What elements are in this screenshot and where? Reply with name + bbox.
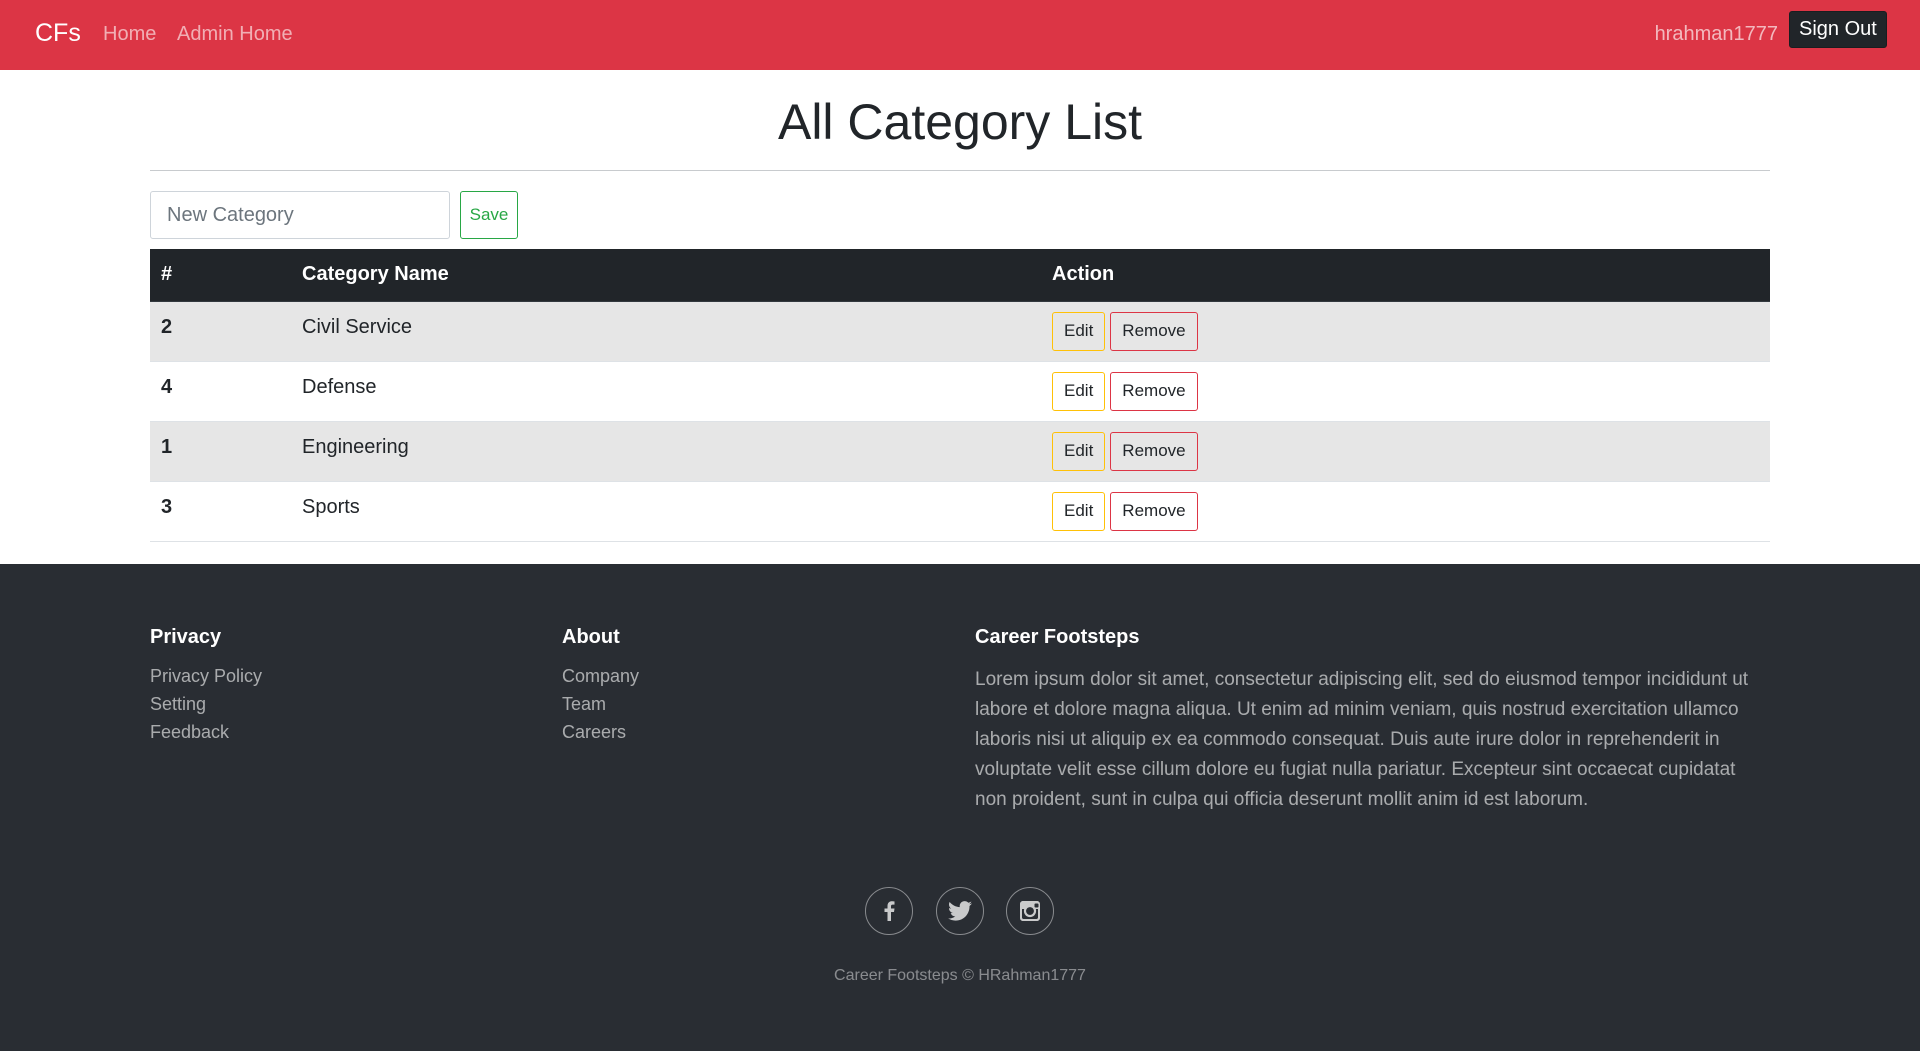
- footer-link-careers[interactable]: Careers: [562, 722, 626, 742]
- footer-link-company[interactable]: Company: [562, 666, 639, 686]
- row-id: 3: [150, 480, 291, 542]
- row-id-text: 3: [161, 495, 173, 518]
- row-id-text: 2: [161, 315, 173, 338]
- row-category-name: Civil Service: [291, 300, 1041, 361]
- row-category-name: Engineering: [291, 420, 1041, 481]
- row-actions: Edit Remove: [1041, 420, 1770, 481]
- top-navbar: CFs Home Admin Home hrahman1777 Sign Out: [0, 0, 1920, 70]
- table-header-row: # Category Name Action: [150, 249, 1770, 302]
- column-header-category-name: Category Name: [291, 249, 1041, 302]
- table-row: 4 Defense Edit Remove: [150, 360, 1770, 421]
- footer-copyright: Career Footsteps © HRahman1777: [834, 967, 1086, 984]
- row-name-text: Engineering: [302, 435, 409, 458]
- row-id: 4: [150, 360, 291, 421]
- row-name-text: Civil Service: [302, 315, 413, 338]
- instagram-icon[interactable]: [1006, 887, 1054, 935]
- footer-link-privacy-policy[interactable]: Privacy Policy: [150, 666, 262, 686]
- save-button[interactable]: Save: [460, 191, 518, 239]
- footer-about-column: About Company Team Careers: [562, 626, 639, 749]
- footer-privacy-column: Privacy Privacy Policy Setting Feedback: [150, 626, 262, 749]
- table-row: 2 Civil Service Edit Remove: [150, 300, 1770, 361]
- twitter-icon[interactable]: [936, 887, 984, 935]
- page-title: All Category List: [777, 94, 1143, 150]
- remove-button[interactable]: Remove: [1110, 431, 1198, 471]
- column-header-action: Action: [1041, 249, 1770, 302]
- footer-about-heading: About: [562, 626, 620, 648]
- row-category-name: Defense: [291, 360, 1041, 421]
- table-row: 3 Sports Edit Remove: [150, 480, 1770, 542]
- row-actions: Edit Remove: [1041, 300, 1770, 361]
- footer-career-text: Lorem ipsum dolor sit amet, consectetur …: [975, 669, 1749, 810]
- row-category-name: Sports: [291, 480, 1041, 542]
- remove-button[interactable]: Remove: [1110, 311, 1198, 351]
- edit-button[interactable]: Edit: [1052, 311, 1106, 351]
- column-header-number: #: [150, 249, 291, 302]
- new-category-input[interactable]: [150, 191, 450, 239]
- table-row: 1 Engineering Edit Remove: [150, 420, 1770, 481]
- row-id: 2: [150, 300, 291, 361]
- footer-link-feedback[interactable]: Feedback: [150, 722, 229, 742]
- edit-button[interactable]: Edit: [1052, 491, 1106, 531]
- username-label: hrahman1777: [1654, 23, 1778, 45]
- row-id-text: 1: [161, 435, 173, 458]
- category-table: # Category Name Action 2 Civil Service E…: [150, 249, 1770, 542]
- footer-career-heading: Career Footsteps: [975, 626, 1140, 648]
- edit-button[interactable]: Edit: [1052, 371, 1106, 411]
- footer-career-column: Career Footsteps Lorem ipsum dolor sit a…: [975, 626, 1755, 815]
- row-id-text: 4: [161, 375, 173, 398]
- row-name-text: Sports: [302, 495, 360, 518]
- row-name-text: Defense: [302, 375, 377, 398]
- sign-out-button[interactable]: Sign Out: [1789, 11, 1887, 48]
- brand-link[interactable]: CFs: [35, 19, 81, 48]
- row-actions: Edit Remove: [1041, 480, 1770, 542]
- footer-link-team[interactable]: Team: [562, 694, 606, 714]
- footer-link-setting[interactable]: Setting: [150, 694, 206, 714]
- title-divider: [150, 170, 1770, 171]
- remove-button[interactable]: Remove: [1110, 491, 1198, 531]
- facebook-icon[interactable]: [865, 887, 913, 935]
- nav-admin-home-link[interactable]: Admin Home: [177, 23, 293, 46]
- edit-button[interactable]: Edit: [1052, 431, 1106, 471]
- nav-home-link[interactable]: Home: [103, 23, 156, 46]
- row-id: 1: [150, 420, 291, 481]
- remove-button[interactable]: Remove: [1110, 371, 1198, 411]
- row-actions: Edit Remove: [1041, 360, 1770, 421]
- footer-privacy-heading: Privacy: [150, 626, 222, 648]
